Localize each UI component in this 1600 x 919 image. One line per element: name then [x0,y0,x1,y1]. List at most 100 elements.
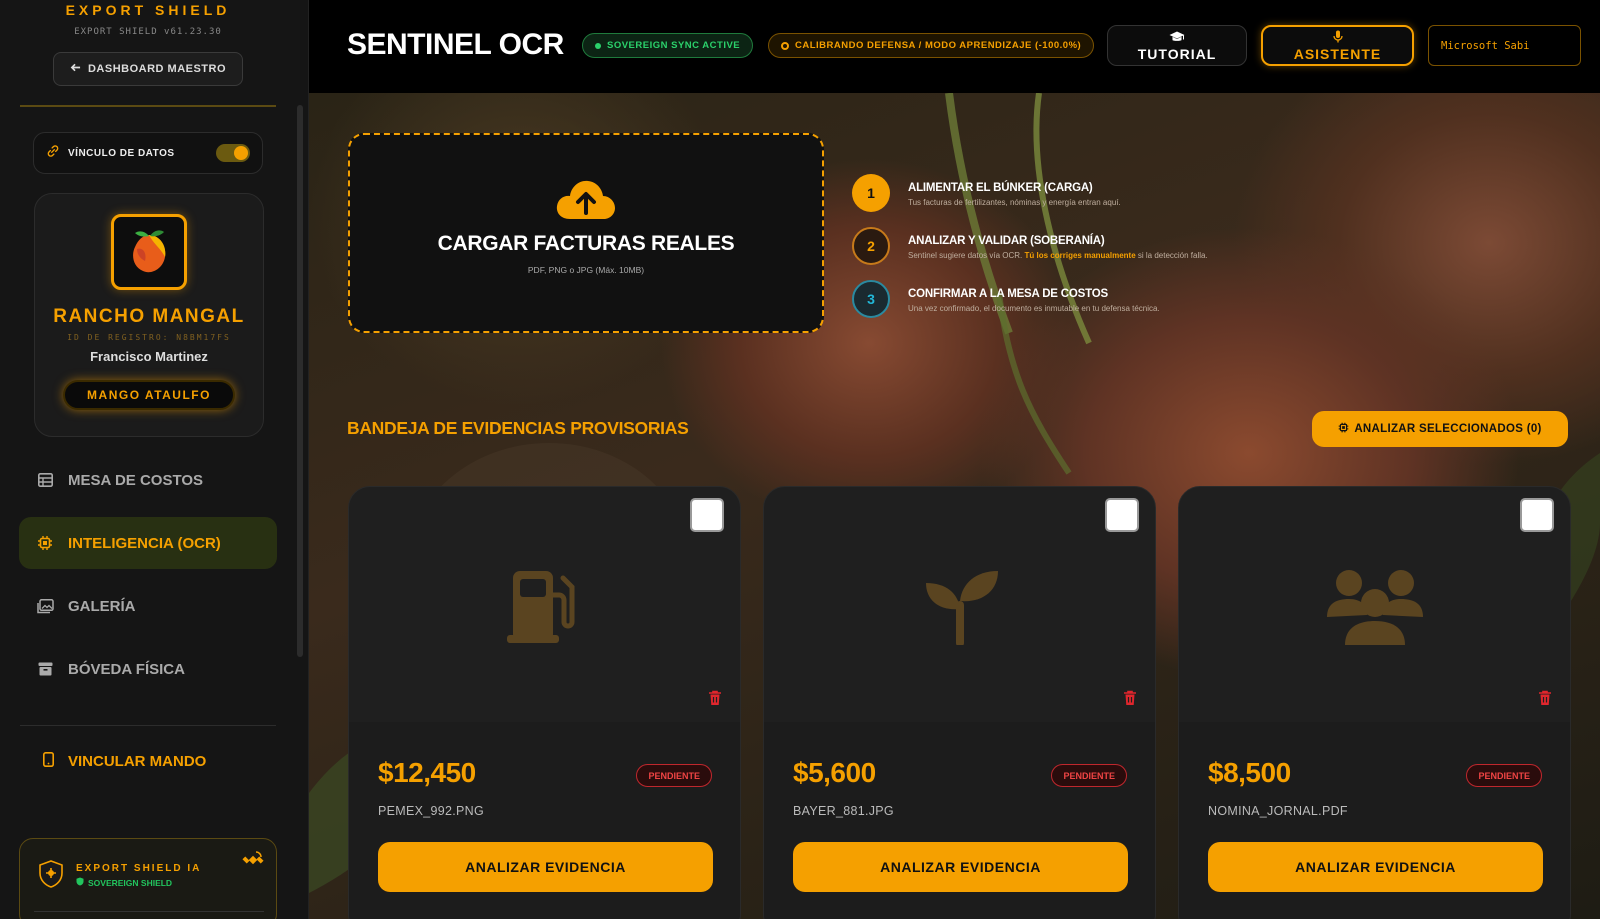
data-link-toggle[interactable] [216,144,250,162]
shield-emblem-icon [36,859,66,889]
delete-icon[interactable] [1538,690,1552,711]
sync-status-label: SOVEREIGN SYNC ACTIVE [607,40,741,51]
sidebar-item-label: INTELIGENCIA (OCR) [68,534,221,552]
registry-id: ID DE REGISTRO: N8BM17FS [67,333,231,342]
delete-icon[interactable] [1123,690,1137,711]
step-description: Sentinel sugiere datos vía OCR. Tú los c… [908,251,1208,260]
status-badge: PENDIENTE [636,764,712,787]
dashboard-master-label: DASHBOARD MAESTRO [87,63,227,75]
ia-subtitle-row: SOVEREIGN SHIELD [76,877,172,888]
file-name: NOMINA_JORNAL.PDF [1208,804,1348,818]
table-icon [36,471,54,489]
amount: $8,500 [1208,757,1291,788]
divider [20,725,276,726]
ranch-name: RANCHO MANGAL [53,306,245,327]
divider [34,911,264,912]
evidence-card: $5,600 PENDIENTE BAYER_881.JPG ANALIZAR … [763,486,1156,919]
status-dot-icon [595,42,601,49]
tutorial-label: TUTORIAL [1137,45,1217,62]
sidebar-item-mesa-de-costos[interactable]: MESA DE COSTOS [19,454,277,506]
microphone-icon [1332,30,1343,46]
step-number: 3 [852,280,890,318]
sidebar-item-inteligencia-ocr[interactable]: INTELIGENCIA (OCR) [19,517,277,569]
brand-version: EXPORT SHIELD v61.23.30 [74,27,222,37]
ia-assistant-panel: EXPORT SHIELD IA SOVEREIGN SHIELD [19,838,277,919]
status-ring-icon [781,41,789,50]
sidebar: EXPORT SHIELD EXPORT SHIELD v61.23.30 DA… [0,0,309,919]
step-item: 2 ANALIZAR Y VALIDAR (SOBERANÍA) Sentine… [852,227,1472,267]
chip-icon [1338,422,1349,436]
sidebar-item-boveda-fisica[interactable]: BÓVEDA FÍSICA [19,643,277,695]
fuel-pump-icon [349,565,740,645]
step-title: ALIMENTAR EL BÚNKER (CARGA) [908,182,1093,194]
analyze-selected-button[interactable]: ANALIZAR SELECCIONADOS (0) [1312,411,1568,447]
analyze-evidence-button[interactable]: ANALIZAR EVIDENCIA [378,842,713,892]
crop-badge: MANGO ATAULFO [63,380,235,410]
file-name: PEMEX_992.PNG [378,804,485,818]
select-checkbox[interactable] [1520,498,1554,532]
main-content: SENTINEL OCR SOVEREIGN SYNC ACTIVE CALIB… [309,0,1600,919]
pair-controller-button[interactable]: VINCULAR MANDO [43,752,206,771]
ranch-profile-card: RANCHO MANGAL ID DE REGISTRO: N8BM17FS F… [34,193,264,437]
step-description: Una vez confirmado, el documento es inmu… [908,304,1160,313]
analyze-evidence-button[interactable]: ANALIZAR EVIDENCIA [793,842,1128,892]
file-name: BAYER_881.JPG [793,804,894,818]
top-bar: SENTINEL OCR SOVEREIGN SYNC ACTIVE CALIB… [309,0,1600,93]
graduation-cap-icon [1169,30,1185,46]
step-title: ANALIZAR Y VALIDAR (SOBERANÍA) [908,235,1105,247]
sync-status-badge: SOVEREIGN SYNC ACTIVE [582,33,754,58]
app-root: EXPORT SHIELD EXPORT SHIELD v61.23.30 DA… [0,0,1600,919]
pair-controller-label: VINCULAR MANDO [68,753,207,770]
upload-title: CARGAR FACTURAS REALES [437,232,735,255]
assistant-label: ASISTENTE [1293,45,1382,62]
cloud-upload-icon [556,179,616,226]
step-title: CONFIRMAR A LA MESA DE COSTOS [908,288,1108,300]
sidebar-item-galeria[interactable]: GALERÍA [19,580,277,632]
mango-logo [111,214,187,290]
shield-check-icon [76,877,84,888]
arrow-left-icon [70,62,81,76]
calibration-status-badge: CALIBRANDO DEFENSA / MODO APRENDIZAJE (-… [768,33,1095,58]
upload-subtitle: PDF, PNG o JPG (Máx. 10MB) [527,265,645,275]
data-link-label: VÍNCULO DE DATOS [68,147,175,159]
sidebar-item-label: BÓVEDA FÍSICA [68,660,185,678]
evidence-card: $8,500 PENDIENTE NOMINA_JORNAL.PDF ANALI… [1178,486,1571,919]
archive-icon [36,660,54,678]
divider [20,105,276,107]
amount: $12,450 [378,757,476,788]
tray-title: BANDEJA DE EVIDENCIAS PROVISORIAS [347,418,689,438]
link-icon [46,144,60,163]
analyze-selected-label: ANALIZAR SELECCIONADOS (0) [1354,423,1542,435]
tutorial-button[interactable]: TUTORIAL [1107,25,1247,66]
chip-icon [36,534,54,552]
assistant-button[interactable]: ASISTENTE [1261,25,1414,66]
gallery-icon [36,597,54,615]
status-badge: PENDIENTE [1466,764,1542,787]
users-icon [1179,565,1570,645]
sidebar-item-label: GALERÍA [68,597,136,615]
step-item: 3 CONFIRMAR A LA MESA DE COSTOS Una vez … [852,280,1472,320]
evidence-card: $12,450 PENDIENTE PEMEX_992.PNG ANALIZAR… [348,486,741,919]
ia-title: EXPORT SHIELD IA [76,863,202,874]
ia-subtitle: SOVEREIGN SHIELD [88,877,173,888]
step-description: Tus facturas de fertilizantes, nóminas y… [908,198,1121,207]
delete-icon[interactable] [708,690,722,711]
dashboard-master-button[interactable]: DASHBOARD MAESTRO [53,52,243,86]
select-checkbox[interactable] [690,498,724,532]
upload-dropzone[interactable]: CARGAR FACTURAS REALES PDF, PNG o JPG (M… [348,133,824,333]
brand-title: EXPORT SHIELD [65,2,231,18]
voice-select[interactable]: Microsoft Sabi [1428,25,1581,66]
step-number: 2 [852,227,890,265]
page-title: SENTINEL OCR [347,28,564,61]
step-item: 1 ALIMENTAR EL BÚNKER (CARGA) Tus factur… [852,174,1472,214]
analyze-evidence-button[interactable]: ANALIZAR EVIDENCIA [1208,842,1543,892]
step-number: 1 [852,174,890,212]
status-badge: PENDIENTE [1051,764,1127,787]
amount: $5,600 [793,757,876,788]
sidebar-item-label: MESA DE COSTOS [68,471,204,489]
select-checkbox[interactable] [1105,498,1139,532]
data-link-panel: VÍNCULO DE DATOS [33,132,263,174]
seedling-icon [764,565,1155,645]
sidebar-scrollbar[interactable] [297,105,303,657]
calibration-status-label: CALIBRANDO DEFENSA / MODO APRENDIZAJE (-… [795,40,1082,51]
